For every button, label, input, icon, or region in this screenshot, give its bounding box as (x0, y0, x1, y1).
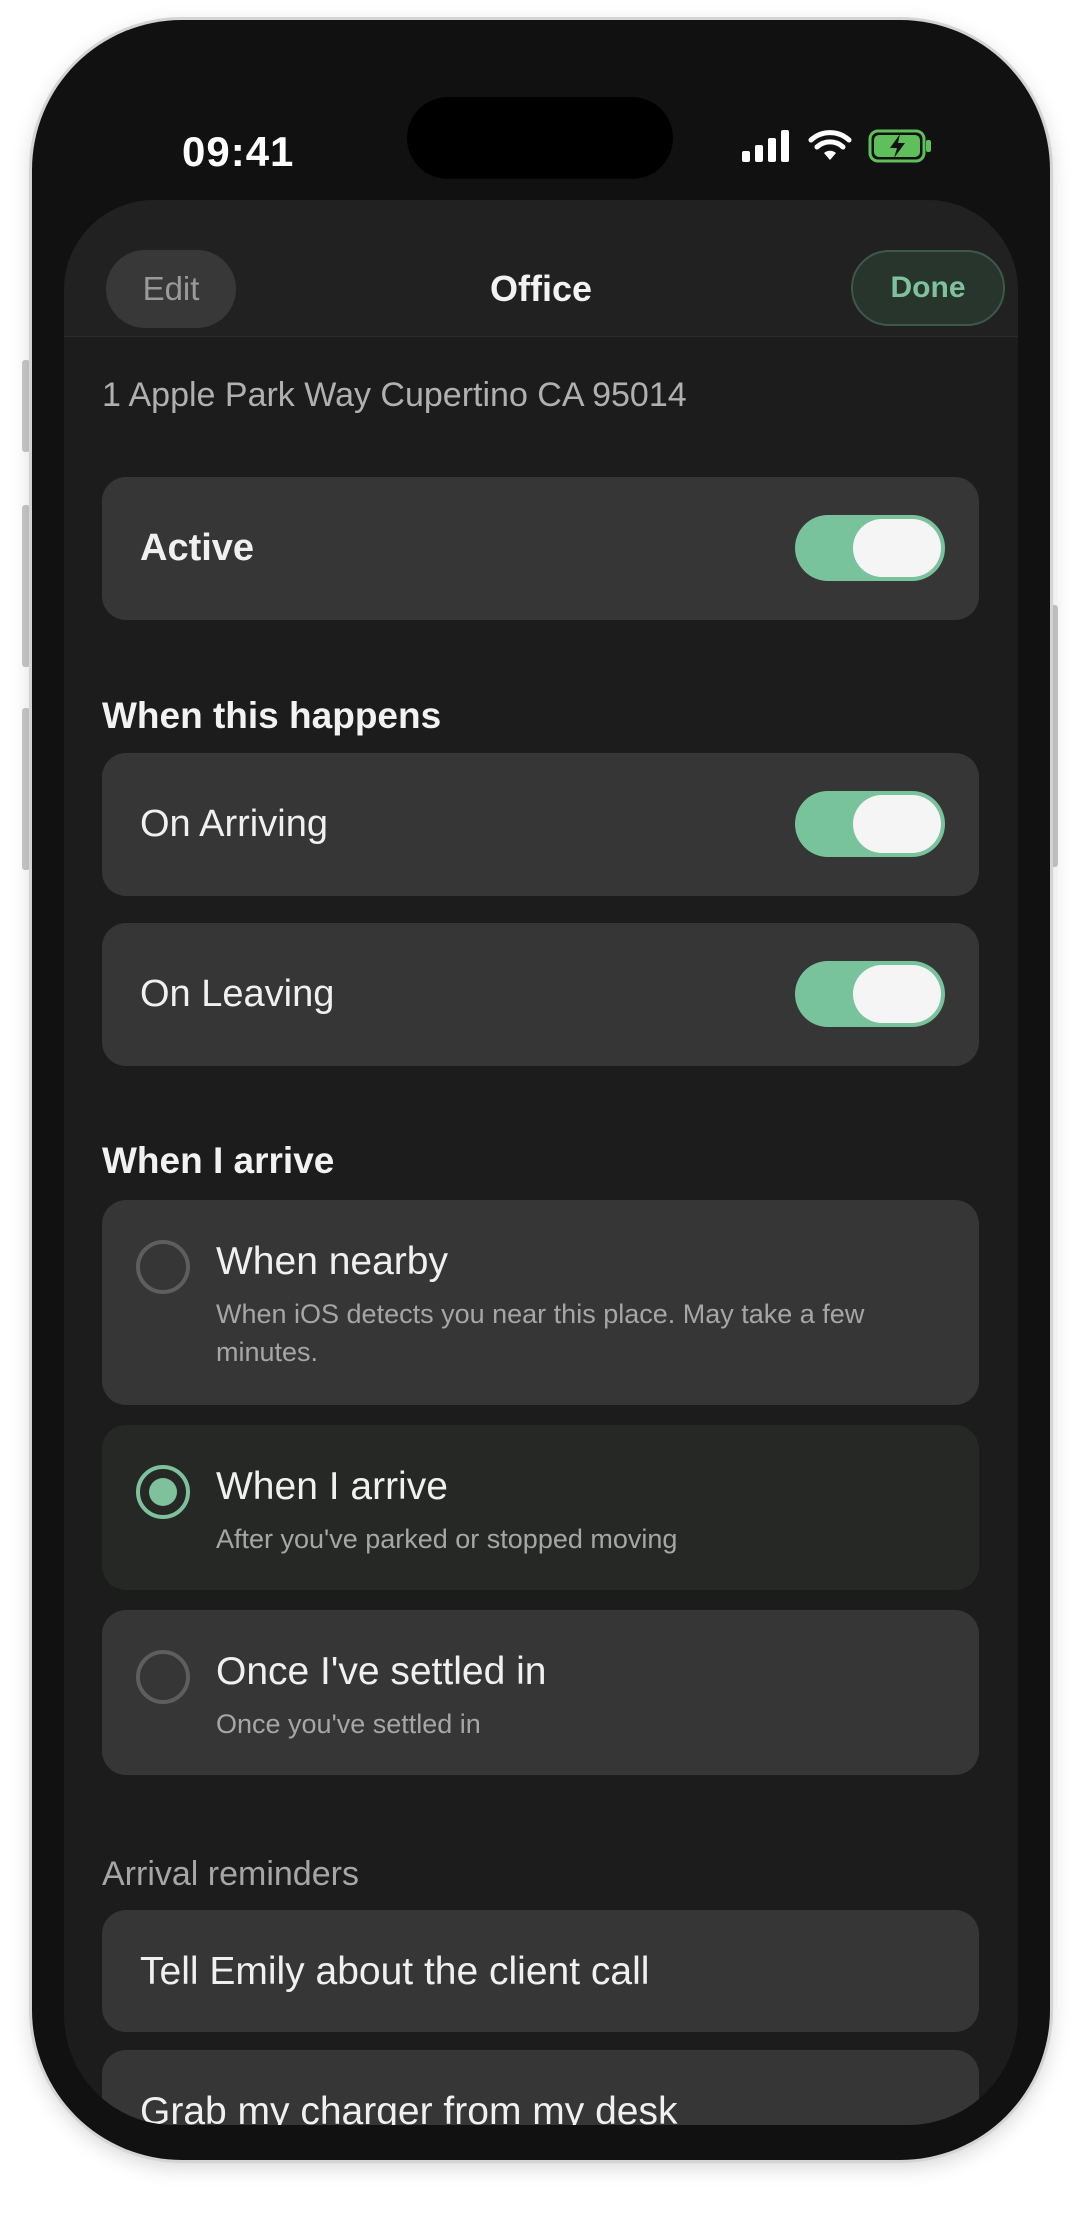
done-button[interactable]: Done (851, 250, 1005, 326)
trigger-label: On Arriving (140, 803, 328, 845)
toggle-knob (853, 795, 941, 853)
section-title-reminders: Arrival reminders (102, 1855, 359, 1893)
volume-down-button (22, 708, 30, 870)
edit-button[interactable]: Edit (106, 250, 236, 328)
status-icons (742, 128, 932, 168)
side-button (1050, 605, 1058, 867)
toggle-knob (853, 519, 941, 577)
section-title-triggers: When this happens (102, 695, 442, 736)
radio-button-selected[interactable] (136, 1465, 190, 1519)
reminder-item[interactable]: Tell Emily about the client call (102, 1910, 979, 2032)
section-title-arrive: When I arrive (102, 1140, 335, 1181)
location-sheet: Office Edit Done 1 Apple Park Way Cupert… (64, 200, 1018, 2125)
battery-charging-icon (868, 129, 932, 168)
arrive-option-arrive[interactable]: When I arrive After you've parked or sto… (102, 1425, 979, 1590)
silent-switch (22, 360, 30, 452)
address-text: 1 Apple Park Way Cupertino CA 95014 (102, 376, 687, 414)
option-title: When nearby (216, 1240, 448, 1283)
on-leaving-toggle[interactable] (795, 961, 945, 1027)
arrive-option-nearby[interactable]: When nearby When iOS detects you near th… (102, 1200, 979, 1405)
radio-button[interactable] (136, 1650, 190, 1704)
reminder-item[interactable]: Grab my charger from my desk (102, 2050, 979, 2125)
toggle-knob (853, 965, 941, 1023)
dynamic-island (407, 97, 673, 179)
active-row: Active (102, 477, 979, 620)
on-arriving-toggle[interactable] (795, 791, 945, 857)
radio-button[interactable] (136, 1240, 190, 1294)
volume-up-button (22, 505, 30, 667)
option-description: After you've parked or stopped moving (216, 1524, 678, 1554)
trigger-row-arriving: On Arriving (102, 753, 979, 896)
nav-bar: Office Edit Done (64, 200, 1018, 337)
active-label: Active (140, 527, 255, 569)
reminder-text: Tell Emily about the client call (140, 1950, 650, 1993)
trigger-row-leaving: On Leaving (102, 923, 979, 1066)
wifi-icon (808, 129, 852, 168)
option-title: Once I've settled in (216, 1650, 547, 1693)
option-description: When iOS detects you near this place. Ma… (216, 1299, 865, 1367)
option-description: Once you've settled in (216, 1709, 481, 1739)
status-time: 09:41 (182, 128, 295, 175)
trigger-label: On Leaving (140, 973, 335, 1015)
option-title: When I arrive (216, 1465, 448, 1508)
active-toggle[interactable] (795, 515, 945, 581)
reminder-text: Grab my charger from my desk (140, 2090, 678, 2125)
status-bar: 09:41 (32, 20, 1050, 220)
cellular-signal-icon (742, 129, 792, 167)
arrive-option-settled[interactable]: Once I've settled in Once you've settled… (102, 1610, 979, 1775)
phone-frame: 09:41 Office Edit Done 1 Apple Park Way … (32, 20, 1050, 2160)
